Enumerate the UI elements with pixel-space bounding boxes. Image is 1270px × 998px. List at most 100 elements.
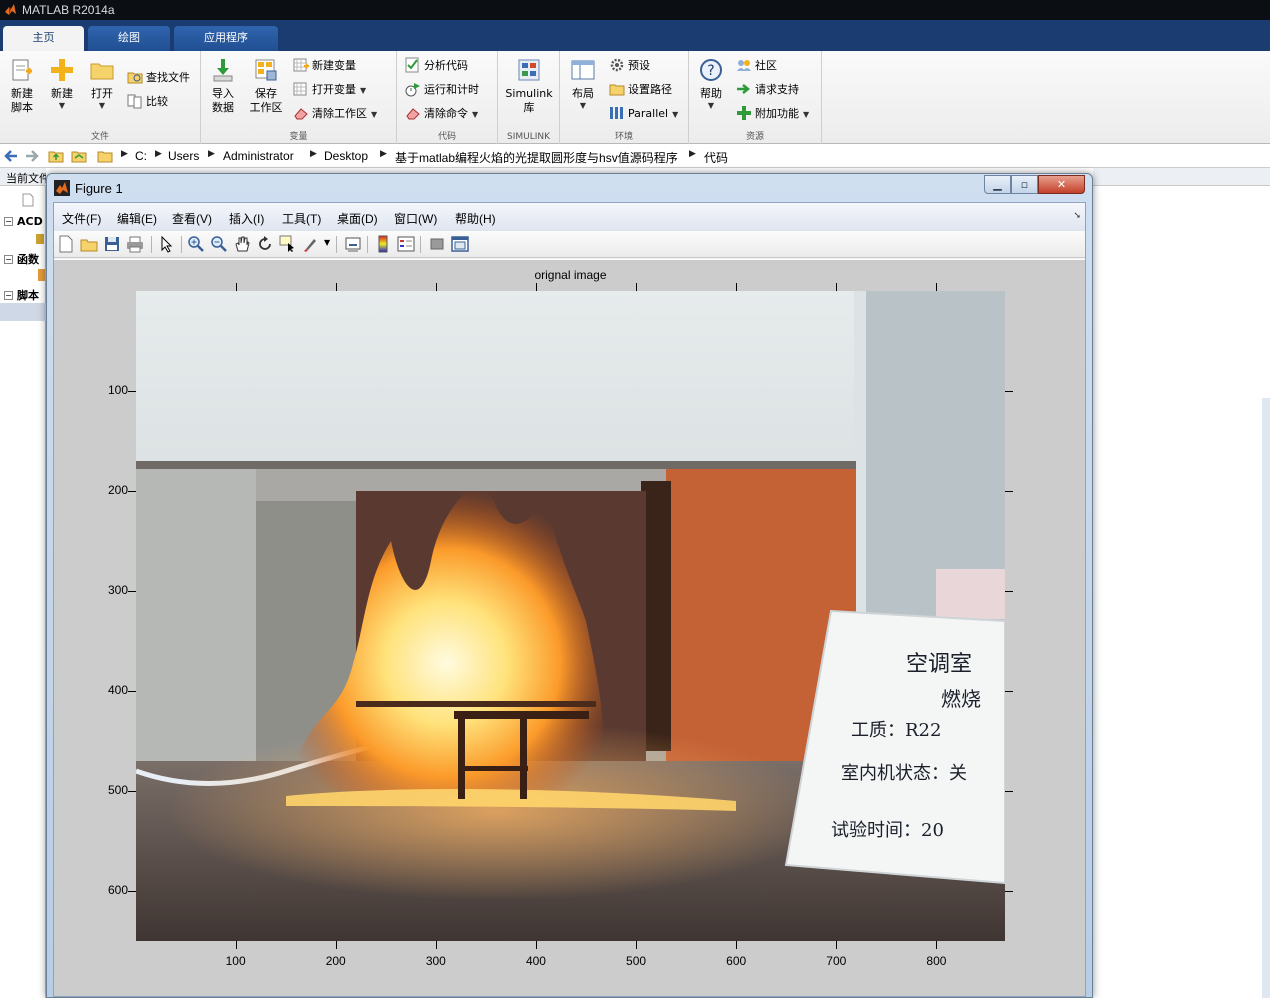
close-button[interactable]: ✕ [1038, 175, 1085, 194]
set-path-button[interactable]: 设置路径 [609, 80, 672, 100]
background-workspace-panel [1093, 168, 1270, 998]
new-figure-icon[interactable] [57, 235, 75, 253]
axes-title: orignal image [534, 268, 607, 282]
compare-button[interactable]: 比较 [127, 92, 168, 112]
ribbon-group-code: 分析代码 运行和计时 清除命令 ▼ 代码 [397, 51, 498, 144]
x-tick-mark [535, 941, 537, 949]
new-variable-button[interactable]: 新建变量 [293, 56, 356, 76]
clear-workspace-button[interactable]: 清除工作区 ▼ [293, 104, 377, 124]
addons-button[interactable]: 附加功能 ▼ [736, 104, 809, 124]
import-data-button[interactable]: 导入 数据 [204, 55, 242, 125]
breadcrumb-administrator[interactable]: Administrator [223, 149, 294, 163]
brush-icon[interactable] [302, 235, 320, 253]
forward-arrow-icon[interactable] [24, 148, 40, 164]
pan-icon[interactable] [233, 235, 251, 253]
back-arrow-icon[interactable] [3, 148, 19, 164]
rotate-icon[interactable] [256, 235, 274, 253]
breadcrumb-desktop[interactable]: Desktop [324, 149, 368, 163]
breadcrumb-project-folder[interactable]: 基于matlab编程火焰的光提取圆形度与hsv值源码程序 [395, 149, 678, 166]
menu-help[interactable]: 帮助(H) [455, 210, 496, 227]
maximize-button[interactable]: ▫ [1011, 175, 1038, 194]
analyze-code-button[interactable]: 分析代码 [405, 56, 468, 76]
ribbon-group-file: 新建 脚本 新建 ▼ 打开 ▼ 查找文件 比较 文件 [0, 51, 201, 144]
open-icon[interactable] [80, 235, 98, 253]
colorbar-icon[interactable] [374, 235, 392, 253]
show-plot-tools-icon[interactable] [451, 235, 469, 253]
run-and-time-button[interactable]: 运行和计时 [405, 80, 479, 100]
path-separator-icon: ▶ [155, 149, 162, 159]
new-script-button[interactable]: 新建 脚本 [3, 55, 41, 125]
run-and-time-label: 运行和计时 [424, 83, 479, 96]
matlab-logo-icon [5, 4, 16, 15]
analyze-code-label: 分析代码 [424, 59, 468, 72]
y-tick-label: 300 [107, 582, 128, 597]
y-tick-mark [128, 690, 136, 692]
save-workspace-icon [255, 59, 277, 81]
layout-button[interactable]: 布局 ▼ [564, 55, 602, 125]
help-button[interactable]: ? 帮助 ▼ [692, 55, 730, 125]
minimize-button[interactable]: ▁ [984, 175, 1011, 194]
x-tick-label: 600 [726, 954, 747, 968]
brush-dropdown-icon[interactable]: ▼ [324, 238, 330, 247]
import-label-2: 数据 [212, 101, 234, 114]
menu-file[interactable]: 文件(F) [62, 210, 101, 227]
image-axes[interactable]: 空调室 燃烧 工质：R22 室内机状态：关 试验时间：20 [136, 291, 1005, 941]
selected-file-row[interactable] [0, 303, 46, 321]
tree-item-acd[interactable]: − ACD [4, 215, 43, 228]
undock-arrow-icon[interactable]: ➘ [1073, 211, 1081, 221]
data-cursor-icon[interactable] [279, 235, 297, 253]
tree-item-scripts[interactable]: − 脚本 [4, 287, 39, 303]
toolbar-separator [420, 236, 421, 253]
parallel-button[interactable]: Parallel ▼ [609, 104, 678, 124]
simulink-library-button[interactable]: Simulink 库 [504, 55, 554, 125]
menu-window[interactable]: 窗口(W) [394, 210, 437, 227]
figure-menubar: 文件(F) 编辑(E) 查看(V) 插入(I) 工具(T) 桌面(D) 窗口(W… [54, 203, 1085, 231]
tree-item-functions[interactable]: − 函数 [4, 251, 39, 267]
link-plot-icon[interactable] [344, 235, 362, 253]
x-tick-mark [335, 283, 337, 291]
bench-top [356, 701, 596, 707]
up-folder-icon[interactable] [48, 148, 64, 164]
menu-view[interactable]: 查看(V) [172, 210, 212, 227]
new-button[interactable]: 新建 ▼ [43, 55, 81, 125]
toolbar-separator [336, 236, 337, 253]
print-icon[interactable] [126, 235, 144, 253]
menu-insert[interactable]: 插入(I) [229, 210, 264, 227]
find-files-button[interactable]: 查找文件 [127, 68, 190, 88]
menu-edit[interactable]: 编辑(E) [117, 210, 157, 227]
open-variable-button[interactable]: 打开变量 ▼ [293, 80, 366, 100]
left-cabinet [136, 466, 256, 766]
menu-tools[interactable]: 工具(T) [282, 210, 321, 227]
zoom-in-icon[interactable] [187, 235, 205, 253]
compare-label: 比较 [146, 95, 168, 108]
clear-commands-label: 清除命令 [424, 107, 468, 120]
hide-plot-tools-icon[interactable] [428, 235, 446, 253]
x-tick-label: 100 [225, 954, 246, 968]
preferences-button[interactable]: 预设 [609, 56, 650, 76]
current-folder-panel: 当前文件夹 −ACD −函数 −脚本 [0, 168, 46, 998]
browse-folder-icon[interactable] [71, 148, 87, 164]
x-tick-mark [836, 941, 838, 949]
breadcrumb-code[interactable]: 代码 [704, 149, 728, 166]
save-label-2: 工作区 [249, 101, 283, 114]
zoom-out-icon[interactable] [210, 235, 228, 253]
open-button[interactable]: 打开 ▼ [83, 55, 121, 125]
request-support-button[interactable]: 请求支持 [736, 80, 799, 100]
tab-home[interactable]: 主页 [3, 26, 84, 51]
breadcrumb-users[interactable]: Users [168, 149, 199, 163]
whiteboard-text-3: 工质：R22 [851, 720, 941, 741]
menu-desktop[interactable]: 桌面(D) [337, 210, 378, 227]
pointer-icon[interactable] [158, 235, 176, 253]
breadcrumb-c[interactable]: C: [135, 149, 147, 163]
community-button[interactable]: 社区 [736, 56, 777, 76]
save-workspace-button[interactable]: 保存 工作区 [246, 55, 286, 125]
legend-icon[interactable] [397, 235, 415, 253]
clear-commands-button[interactable]: 清除命令 ▼ [405, 104, 478, 124]
ribbon: 新建 脚本 新建 ▼ 打开 ▼ 查找文件 比较 文件 导入 数据 保存 工作区 … [0, 51, 1270, 144]
file-group-label: 文件 [90, 132, 109, 142]
current-folder-header: 当前文件夹 [0, 168, 46, 186]
scrollbar[interactable] [1262, 398, 1270, 998]
tab-apps[interactable]: 应用程序 [174, 26, 278, 51]
tab-plots[interactable]: 绘图 [88, 26, 170, 51]
save-icon[interactable] [103, 235, 121, 253]
